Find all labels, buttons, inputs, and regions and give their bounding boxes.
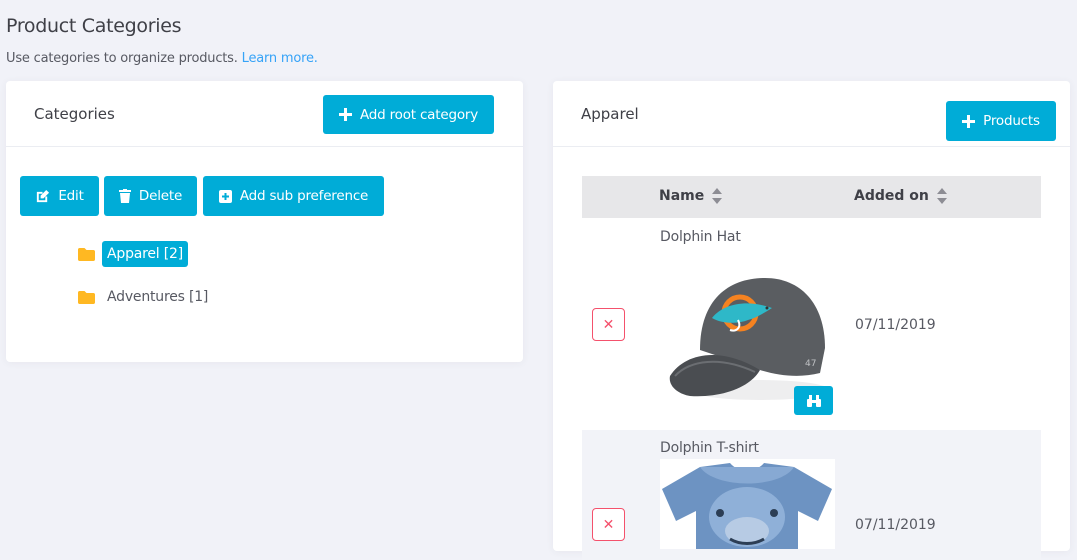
product-name: Dolphin T-shirt <box>660 440 759 456</box>
categories-title: Categories <box>34 105 115 123</box>
add-root-category-button[interactable]: Add root category <box>323 95 494 134</box>
page-title: Product Categories <box>6 15 182 37</box>
products-category-title: Apparel <box>581 105 639 123</box>
close-icon: ✕ <box>602 516 615 533</box>
delete-button[interactable]: Delete <box>104 176 197 216</box>
folder-icon <box>78 290 95 304</box>
column-added-on[interactable]: Added on <box>854 188 947 204</box>
tree-item-label: Apparel [2] <box>102 241 188 267</box>
tree-item-adventures[interactable]: Adventures [1] <box>78 284 213 310</box>
svg-text:47: 47 <box>805 359 816 369</box>
plus-icon <box>338 108 352 121</box>
tree-item-apparel[interactable]: Apparel [2] <box>78 241 188 267</box>
folder-icon <box>78 247 95 261</box>
plus-icon <box>962 114 976 128</box>
edit-label: Edit <box>58 188 84 204</box>
column-added-on-label: Added on <box>854 188 929 204</box>
categories-card: Categories Add root category Edit Delete… <box>6 81 523 362</box>
product-name: Dolphin Hat <box>660 229 741 245</box>
add-products-label: Products <box>983 113 1040 129</box>
learn-more-link[interactable]: Learn more. <box>242 51 318 66</box>
remove-product-button[interactable]: ✕ <box>592 308 625 341</box>
sort-icon <box>712 188 723 204</box>
column-name[interactable]: Name <box>659 188 723 204</box>
binoculars-icon <box>806 394 821 407</box>
edit-icon <box>37 189 50 202</box>
column-name-label: Name <box>659 188 705 204</box>
products-table-header: Name Added on <box>582 176 1041 218</box>
view-product-button[interactable] <box>794 386 833 415</box>
add-sub-preference-label: Add sub preference <box>239 188 369 204</box>
tree-item-label: Adventures [1] <box>107 289 209 305</box>
product-added-on: 07/11/2019 <box>855 317 936 333</box>
sort-icon <box>936 188 947 204</box>
add-products-button[interactable]: Products <box>946 101 1056 141</box>
subtitle-text: Use categories to organize products. <box>6 51 238 66</box>
close-icon: ✕ <box>602 316 615 333</box>
add-sub-preference-button[interactable]: Add sub preference <box>203 176 384 216</box>
remove-product-button[interactable]: ✕ <box>592 508 625 541</box>
categories-card-header: Categories Add root category <box>6 81 523 147</box>
table-row: Dolphin Hat ✕ 47 07/11/2019 <box>582 218 1041 430</box>
dolphin-tshirt-image <box>660 459 835 549</box>
table-row: Dolphin T-shirt ✕ 07/11/2019 <box>582 430 1041 560</box>
delete-label: Delete <box>138 188 183 204</box>
add-root-category-label: Add root category <box>359 106 479 123</box>
product-added-on: 07/11/2019 <box>855 517 936 533</box>
trash-icon <box>118 189 131 203</box>
products-card-header: Apparel Products <box>553 81 1070 147</box>
products-card: Apparel Products Name Added on Dolphin H… <box>553 81 1070 560</box>
edit-button[interactable]: Edit <box>20 176 99 216</box>
plus-square-icon <box>218 189 232 203</box>
page-subtitle: Use categories to organize products. Lea… <box>6 51 318 66</box>
